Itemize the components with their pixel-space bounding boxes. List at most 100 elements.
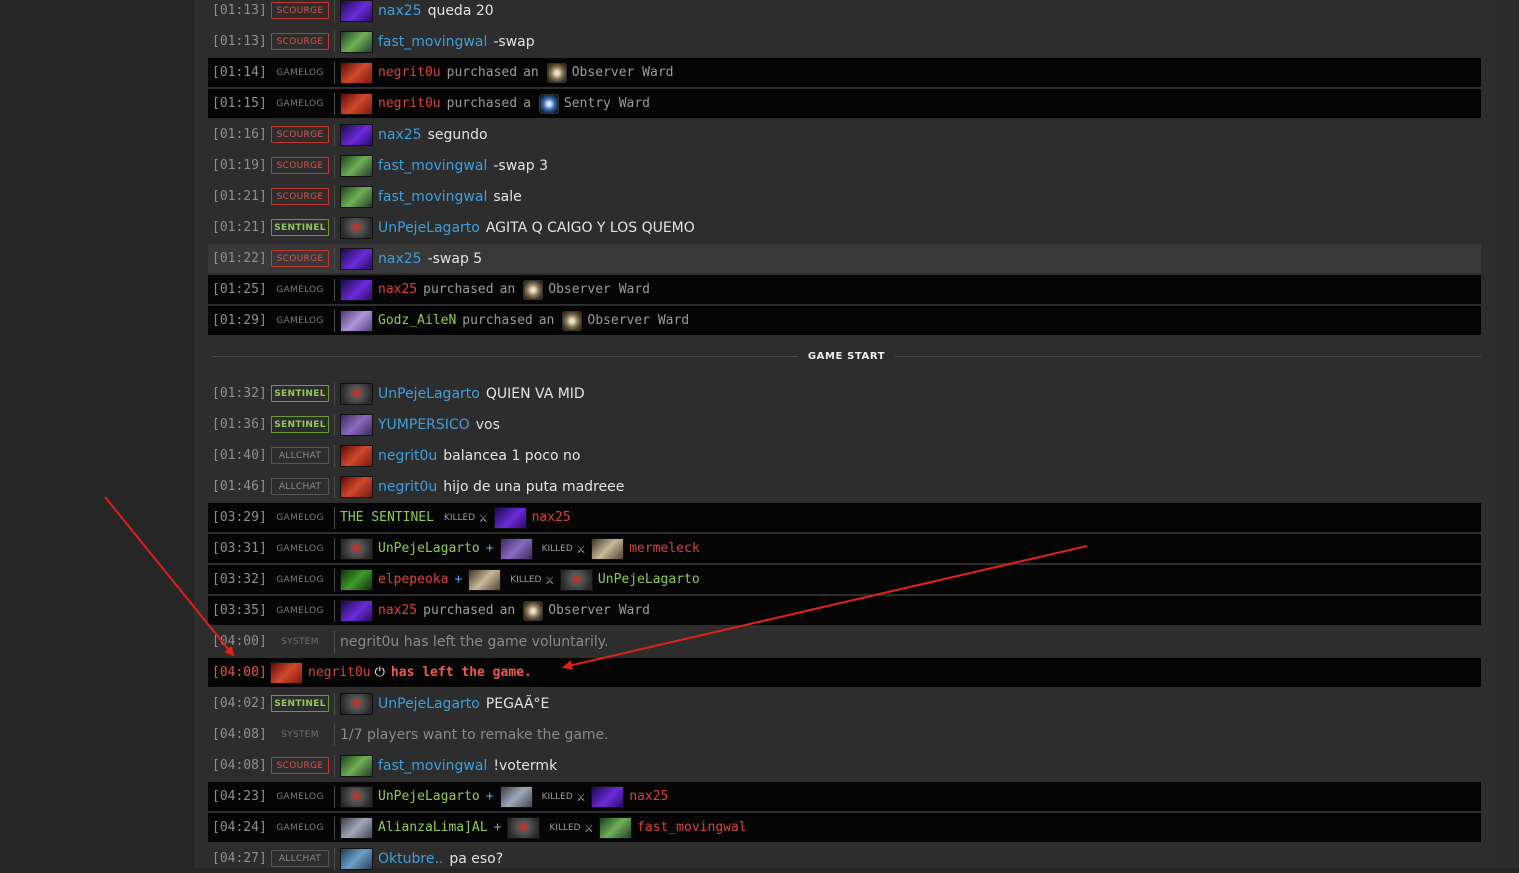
sword-icon: ⚔ <box>576 540 586 557</box>
player-name-link[interactable]: fast_movingwal <box>378 34 487 50</box>
player-name-link[interactable]: Oktubre.. <box>378 851 443 867</box>
victim-name-link[interactable]: mermeleck <box>629 541 699 556</box>
player-name-link[interactable]: fast_movingwal <box>378 758 487 774</box>
assist-plus: + <box>493 820 502 835</box>
team-badge-scourge: SCOURGE <box>271 188 329 205</box>
gamelog-row: [01:14] GAMELOG negrit0u purchased an Ob… <box>208 58 1481 87</box>
gamelog-badge: GAMELOG <box>276 284 324 295</box>
assist-plus: + <box>454 572 463 587</box>
player-name-link[interactable]: UnPejeLagarto <box>378 696 480 712</box>
hero-avatar-icon <box>599 816 633 839</box>
timestamp: [01:16] <box>212 127 267 142</box>
team-badge-sentinel: SENTINEL <box>271 219 329 236</box>
assist-plus: + <box>485 541 494 556</box>
killer-name-link[interactable]: UnPejeLagarto <box>378 789 480 804</box>
divider <box>334 185 335 208</box>
timestamp: [04:23] <box>212 789 267 804</box>
chat-message: queda 20 <box>427 2 494 19</box>
assist-hero-icon <box>507 816 541 839</box>
chat-message: QUIEN VA MID <box>485 385 585 402</box>
timestamp: [03:32] <box>212 572 267 587</box>
event-verb: purchased <box>446 96 518 111</box>
player-name-link[interactable]: nax25 <box>378 127 422 143</box>
player-name-link[interactable]: UnPejeLagarto <box>378 386 480 402</box>
player-name-link[interactable]: negrit0u <box>378 65 441 80</box>
hero-avatar-icon <box>340 30 373 53</box>
hero-avatar-icon <box>340 568 373 591</box>
divider <box>334 754 335 777</box>
player-name-link[interactable]: negrit0u <box>378 96 441 111</box>
event-verb: purchased <box>446 65 518 80</box>
hero-avatar-icon <box>340 185 373 208</box>
player-name-link[interactable]: negrit0u <box>308 665 371 680</box>
divider <box>334 216 335 239</box>
player-name-link[interactable]: fast_movingwal <box>378 189 487 205</box>
victim-name-link[interactable]: UnPejeLagarto <box>598 572 700 587</box>
divider <box>334 599 335 622</box>
player-name-link[interactable]: nax25 <box>378 251 422 267</box>
gamelog-row: [01:29] GAMELOG Godz_AileN purchased an … <box>208 306 1481 335</box>
kill-row: [03:31] GAMELOG UnPejeLagarto + KILLED ⚔… <box>208 534 1481 563</box>
hero-avatar-icon <box>340 847 373 870</box>
chat-row: [01:16] SCOURGE nax25 segundo <box>208 120 1481 149</box>
player-name-link[interactable]: negrit0u <box>378 479 437 495</box>
chat-message: PEGAÃ°E <box>485 695 550 712</box>
player-name-link[interactable]: nax25 <box>378 603 417 618</box>
player-name-link[interactable]: nax25 <box>378 282 417 297</box>
killer-name-link[interactable]: UnPejeLagarto <box>378 541 480 556</box>
chat-message: AGITA Q CAIGO Y LOS QUEMO <box>485 219 695 236</box>
divider <box>334 475 335 498</box>
timestamp: [04:08] <box>212 727 267 742</box>
chat-row-highlighted: [01:22] SCOURGE nax25 -swap 5 <box>208 244 1481 273</box>
assist-hero-icon <box>499 785 533 808</box>
divider <box>334 847 335 870</box>
hero-avatar-icon <box>591 785 625 808</box>
chat-row: [01:40] ALLCHAT negrit0u balancea 1 poco… <box>208 441 1481 470</box>
system-message: 1/7 players want to remake the game. <box>340 726 609 743</box>
killer-name-link[interactable]: AlianzaLima]AL <box>378 820 488 835</box>
gamelog-badge: GAMELOG <box>276 67 324 78</box>
killed-label: KILLED <box>443 512 476 523</box>
timestamp: [03:35] <box>212 603 267 618</box>
event-article: a <box>523 96 531 111</box>
hero-avatar-icon <box>340 309 373 332</box>
gamelog-row: [01:25] GAMELOG nax25 purchased an Obser… <box>208 275 1481 304</box>
gamelog-badge: GAMELOG <box>276 791 324 802</box>
event-verb: purchased <box>462 313 533 328</box>
victim-name-link[interactable]: nax25 <box>629 789 668 804</box>
hero-avatar-icon <box>591 537 625 560</box>
player-name-link[interactable]: fast_movingwal <box>378 158 487 174</box>
victim-name-link[interactable]: nax25 <box>532 510 571 525</box>
system-message: negrit0u has left the game voluntarily. <box>340 633 609 650</box>
divider-line <box>212 356 798 357</box>
timestamp: [01:25] <box>212 282 267 297</box>
player-name-link[interactable]: UnPejeLagarto <box>378 220 480 236</box>
divider <box>334 692 335 715</box>
divider <box>334 278 335 301</box>
player-name-link[interactable]: YUMPERSICO <box>378 417 470 433</box>
hero-avatar-icon <box>340 216 373 239</box>
hero-avatar-icon <box>559 568 593 591</box>
divider <box>334 568 335 591</box>
team-badge-sentinel: SENTINEL <box>271 416 329 433</box>
killer-name-link[interactable]: elpepeoka <box>378 572 448 587</box>
player-name-link[interactable]: Godz_AileN <box>378 313 456 328</box>
timestamp: [04:27] <box>212 851 267 866</box>
hero-avatar-icon <box>340 61 373 84</box>
killed-label: KILLED <box>510 574 542 585</box>
team-badge-sentinel: SENTINEL <box>271 695 329 712</box>
item-name: Sentry Ward <box>563 96 650 111</box>
timestamp: [01:21] <box>212 220 267 235</box>
kill-row: [03:29] GAMELOG THE SENTINEL KILLED ⚔ na… <box>208 503 1481 532</box>
timestamp: [01:32] <box>212 386 267 401</box>
kill-row: [04:24] GAMELOG AlianzaLima]AL + KILLED … <box>208 813 1481 842</box>
sword-icon: ⚔ <box>479 509 488 526</box>
system-badge: SYSTEM <box>281 729 319 740</box>
hero-avatar-icon <box>340 154 373 177</box>
player-name-link[interactable]: negrit0u <box>378 448 437 464</box>
sword-icon: ⚔ <box>584 819 594 836</box>
gamelog-badge: GAMELOG <box>276 574 324 585</box>
killed-label: KILLED <box>541 543 573 554</box>
player-name-link[interactable]: nax25 <box>378 3 422 19</box>
victim-name-link[interactable]: fast_movingwal <box>637 820 747 835</box>
